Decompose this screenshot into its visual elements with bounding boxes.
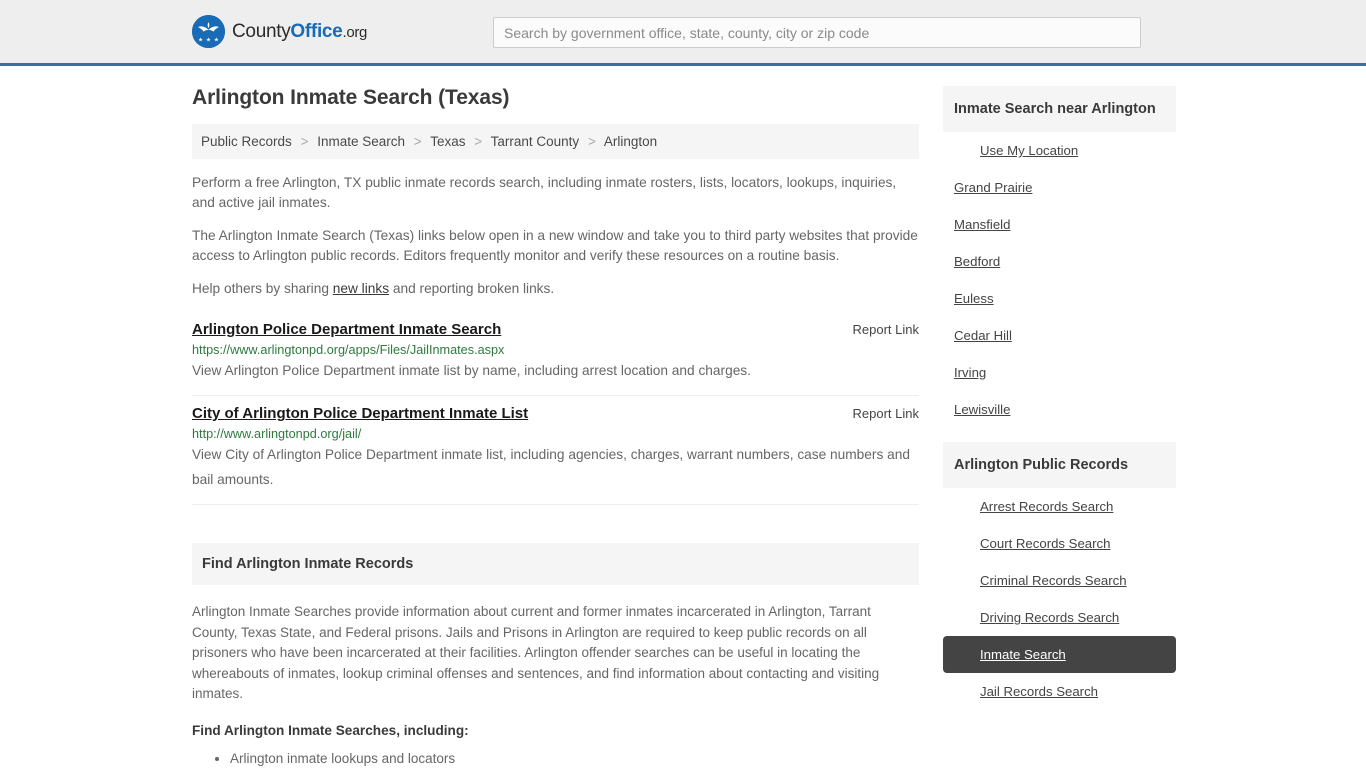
sidebar-nearby-header: Inmate Search near Arlington — [943, 86, 1176, 132]
list-item: Criminal Records Search — [943, 562, 1176, 599]
breadcrumb-item-tarrant-county[interactable]: Tarrant County — [491, 134, 580, 149]
result-description: View City of Arlington Police Department… — [192, 447, 910, 487]
intro-paragraph-3: Help others by sharing new links and rep… — [192, 279, 919, 299]
breadcrumb-separator: > — [587, 134, 596, 149]
sidebar-nearby-location-list: Use My Location — [943, 132, 1176, 169]
list-item: Court Records Search — [943, 525, 1176, 562]
sidebar-item-inmate-search[interactable]: Inmate Search — [943, 636, 1176, 673]
find-records-section-header: Find Arlington Inmate Records — [192, 543, 919, 585]
intro-text: Perform a free Arlington, TX public inma… — [192, 173, 919, 299]
breadcrumb: Public Records > Inmate Search > Texas >… — [192, 124, 919, 159]
list-item: Inmate Search — [943, 636, 1176, 673]
new-links-link[interactable]: new links — [333, 281, 389, 296]
sidebar-public-records-list: Arrest Records Search Court Records Sear… — [943, 488, 1176, 710]
list-item: Euless — [943, 280, 1176, 317]
list-item: Cedar Hill — [943, 317, 1176, 354]
list-item: Mansfield — [943, 206, 1176, 243]
logo-text-part1: County — [232, 20, 291, 42]
result-header: Arlington Police Department Inmate Searc… — [192, 321, 919, 338]
sidebar-item-irving[interactable]: Irving — [943, 354, 1176, 391]
sidebar: Inmate Search near Arlington Use My Loca… — [943, 86, 1176, 768]
sidebar-item-mansfield[interactable]: Mansfield — [943, 206, 1176, 243]
sidebar-nearby-heading: Inmate Search near Arlington — [954, 101, 1156, 117]
result-title-link[interactable]: Arlington Police Department Inmate Searc… — [192, 321, 501, 338]
result-description: View Arlington Police Department inmate … — [192, 363, 751, 378]
result-item: City of Arlington Police Department Inma… — [192, 396, 919, 505]
sidebar-item-grand-prairie[interactable]: Grand Prairie — [943, 169, 1176, 206]
breadcrumb-separator: > — [474, 134, 483, 149]
page-container: Arlington Inmate Search (Texas) Public R… — [0, 66, 1366, 768]
sidebar-item-bedford[interactable]: Bedford — [943, 243, 1176, 280]
main-column: Arlington Inmate Search (Texas) Public R… — [192, 86, 919, 768]
find-records-heading: Find Arlington Inmate Records — [202, 556, 414, 572]
report-link-button[interactable]: Report Link — [839, 322, 919, 337]
list-item: Irving — [943, 354, 1176, 391]
intro-paragraph-2: The Arlington Inmate Search (Texas) link… — [192, 228, 918, 263]
list-item: Arrest Records Search — [943, 488, 1176, 525]
site-logo[interactable]: CountyOffice.org — [192, 15, 367, 48]
list-item: Arlington inmate lookups and locators — [230, 748, 919, 768]
list-item: Bedford — [943, 243, 1176, 280]
sidebar-item-cedar-hill[interactable]: Cedar Hill — [943, 317, 1176, 354]
intro-p3-after: and reporting broken links. — [389, 281, 555, 296]
sidebar-item-arrest-records-search[interactable]: Arrest Records Search — [943, 488, 1176, 525]
page-title: Arlington Inmate Search (Texas) — [192, 86, 510, 109]
sidebar-public-records-heading: Arlington Public Records — [954, 457, 1129, 473]
site-logo-text: CountyOffice.org — [232, 21, 367, 43]
sidebar-block-public-records: Arlington Public Records Arrest Records … — [943, 442, 1176, 710]
result-url[interactable]: http://www.arlingtonpd.org/jail/ — [192, 427, 919, 441]
sidebar-item-driving-records-search[interactable]: Driving Records Search — [943, 599, 1176, 636]
sidebar-item-criminal-records-search[interactable]: Criminal Records Search — [943, 562, 1176, 599]
site-header: CountyOffice.org — [0, 0, 1366, 66]
breadcrumb-item-texas[interactable]: Texas — [430, 134, 465, 149]
list-item: Lewisville — [943, 391, 1176, 428]
result-header: City of Arlington Police Department Inma… — [192, 405, 919, 422]
result-url[interactable]: https://www.arlingtonpd.org/apps/Files/J… — [192, 343, 919, 357]
find-records-section-body: Arlington Inmate Searches provide inform… — [192, 602, 919, 768]
find-records-subheading: Find Arlington Inmate Searches, includin… — [192, 722, 469, 738]
breadcrumb-item-public-records[interactable]: Public Records — [201, 134, 292, 149]
find-records-bullet-list: Arlington inmate lookups and locators — [192, 748, 919, 768]
breadcrumb-item-arlington[interactable]: Arlington — [604, 134, 657, 149]
logo-text-part3: .org — [342, 23, 368, 41]
eagle-seal-icon — [192, 15, 225, 48]
list-item: Jail Records Search — [943, 673, 1176, 710]
search-input[interactable] — [493, 17, 1141, 48]
list-item: Grand Prairie — [943, 169, 1176, 206]
intro-paragraph-1: Perform a free Arlington, TX public inma… — [192, 175, 897, 210]
sidebar-item-court-records-search[interactable]: Court Records Search — [943, 525, 1176, 562]
result-title-link[interactable]: City of Arlington Police Department Inma… — [192, 405, 528, 422]
sidebar-public-records-header: Arlington Public Records — [943, 442, 1176, 488]
intro-p3-before: Help others by sharing — [192, 281, 333, 296]
find-records-paragraph: Arlington Inmate Searches provide inform… — [192, 604, 880, 701]
result-item: Arlington Police Department Inmate Searc… — [192, 312, 919, 396]
sidebar-item-jail-records-search[interactable]: Jail Records Search — [943, 673, 1176, 710]
report-link-button[interactable]: Report Link — [839, 406, 919, 421]
sidebar-item-lewisville[interactable]: Lewisville — [943, 391, 1176, 428]
logo-text-part2: Office — [290, 20, 343, 42]
use-my-location-link[interactable]: Use My Location — [943, 132, 1176, 169]
list-item: Use My Location — [943, 132, 1176, 169]
list-item: Driving Records Search — [943, 599, 1176, 636]
breadcrumb-separator: > — [413, 134, 422, 149]
breadcrumb-separator: > — [300, 134, 309, 149]
sidebar-block-nearby: Inmate Search near Arlington Use My Loca… — [943, 86, 1176, 428]
breadcrumb-item-inmate-search[interactable]: Inmate Search — [317, 134, 405, 149]
sidebar-item-euless[interactable]: Euless — [943, 280, 1176, 317]
sidebar-nearby-city-list: Grand Prairie Mansfield Bedford Euless C… — [943, 169, 1176, 428]
